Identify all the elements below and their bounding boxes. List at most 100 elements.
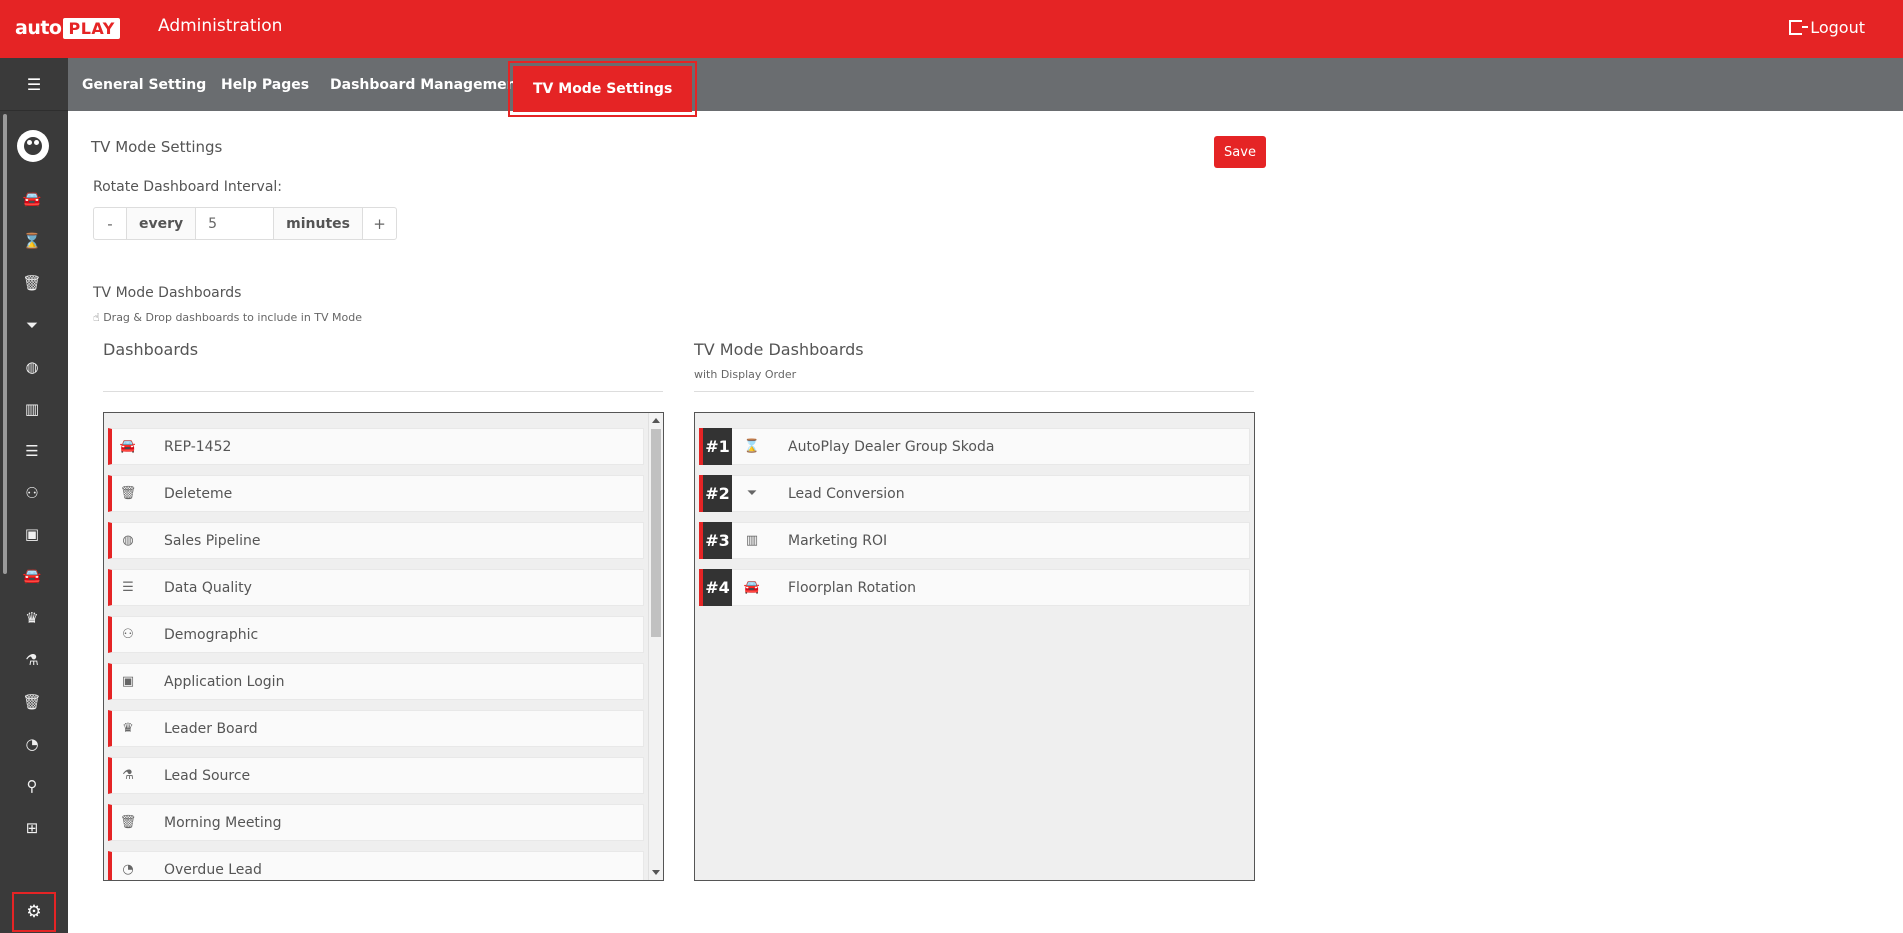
funnel-icon[interactable]: ⏷ xyxy=(22,315,42,335)
car-icon[interactable]: 🚘 xyxy=(22,566,42,586)
hourglass-icon[interactable]: ⌛ xyxy=(22,231,42,251)
tv-dashboard-item-label: Lead Conversion xyxy=(788,485,905,502)
dashboard-item[interactable]: ⚗ Lead Source xyxy=(108,757,644,794)
dashboard-item-label: Application Login xyxy=(164,673,285,690)
save-button[interactable]: Save xyxy=(1214,136,1266,168)
section-hint-text: Drag & Drop dashboards to include in TV … xyxy=(103,311,362,324)
car-icon[interactable]: 🚘 xyxy=(22,189,42,209)
order-badge: #1 xyxy=(699,428,732,465)
dashboard-item[interactable]: ⚇ Demographic xyxy=(108,616,644,653)
trophy-icon: ♛ xyxy=(122,721,134,736)
order-badge: #2 xyxy=(699,475,732,512)
tab-tv-mode-settings[interactable]: TV Mode Settings xyxy=(507,61,698,117)
tv-dashboard-item[interactable]: #2 ⏷ Lead Conversion xyxy=(699,475,1250,512)
sidebar: ☰ 🚘 ⌛ 🗑 ⏷ ◍ ▥ ☰ ⚇ ▣ 🚘 ♛ ⚗ 🗑 ◔ ⚲ ⊞ ⚙ xyxy=(0,58,68,933)
sidebar-scrollbar[interactable] xyxy=(3,114,7,574)
dashboard-item-label: Data Quality xyxy=(164,579,252,596)
donut-icon: ◍ xyxy=(122,533,134,548)
dashboard-item-label: Overdue Lead xyxy=(164,861,262,878)
dashboard-item[interactable]: ♛ Leader Board xyxy=(108,710,644,747)
tv-dashboard-item[interactable]: #1 ⌛ AutoPlay Dealer Group Skoda xyxy=(699,428,1250,465)
logout-label: Logout xyxy=(1810,18,1865,37)
users-icon[interactable]: ⚇ xyxy=(22,483,42,503)
gift-icon[interactable]: ⊞ xyxy=(22,818,42,838)
list-icon[interactable]: ☰ xyxy=(22,441,42,461)
dashboard-item[interactable]: ☰ Data Quality xyxy=(108,569,644,606)
donut-icon[interactable]: ◍ xyxy=(22,357,42,377)
app-title: Administration xyxy=(158,16,283,36)
interval-stepper: - every minutes + xyxy=(93,207,397,240)
funnel-icon: ⏷ xyxy=(746,486,758,501)
autoplay-logo[interactable]: auto PLAY xyxy=(15,16,120,40)
tv-dashboard-item-label: Marketing ROI xyxy=(788,532,888,549)
drag-hand-icon: ☝ xyxy=(93,311,100,324)
dashboard-item-label: Lead Source xyxy=(164,767,251,784)
trash-icon: 🗑 xyxy=(119,486,137,501)
clock-icon[interactable]: ◔ xyxy=(22,734,42,754)
tv-dashboard-item-label: Floorplan Rotation xyxy=(788,579,917,596)
dashboard-item[interactable]: 🗑 Deleteme xyxy=(108,475,644,512)
search-icon[interactable]: ⚲ xyxy=(22,776,42,796)
dashboard-item[interactable]: ▣ Application Login xyxy=(108,663,644,700)
interval-input[interactable] xyxy=(196,208,275,239)
order-badge: #3 xyxy=(699,522,732,559)
car-icon: 🚘 xyxy=(743,580,761,595)
logout-icon xyxy=(1789,20,1809,35)
list-scrollbar[interactable] xyxy=(648,413,663,880)
hamburger-menu-icon[interactable]: ☰ xyxy=(0,58,68,111)
window-icon: ▣ xyxy=(121,674,135,689)
scroll-down-icon[interactable] xyxy=(652,870,660,875)
dashboard-item-label: Leader Board xyxy=(164,720,258,737)
tab-general-setting[interactable]: General Setting xyxy=(82,58,206,111)
dashboard-item[interactable]: ◔ Overdue Lead xyxy=(108,851,644,880)
section-hint: ☝ Drag & Drop dashboards to include in T… xyxy=(93,311,362,324)
dashboard-item-label: REP-1452 xyxy=(164,438,232,455)
users-icon: ⚇ xyxy=(122,627,134,642)
dashboard-item-label: Deleteme xyxy=(164,485,233,502)
tv-dashboards-title: TV Mode Dashboards xyxy=(694,340,864,359)
tv-dashboard-item[interactable]: #3 ▥ Marketing ROI xyxy=(699,522,1250,559)
dashboard-item-label: Demographic xyxy=(164,626,259,643)
network-icon[interactable]: ⚗ xyxy=(22,650,42,670)
divider xyxy=(694,391,1254,392)
dashboard-item-label: Morning Meeting xyxy=(164,814,282,831)
clock-icon: ◔ xyxy=(122,862,134,877)
avatar[interactable] xyxy=(17,130,49,162)
increment-button[interactable]: + xyxy=(363,208,396,239)
bar-chart-icon: ▥ xyxy=(745,533,759,548)
dashboard-item-label: Sales Pipeline xyxy=(164,532,261,549)
tab-help-pages[interactable]: Help Pages xyxy=(221,58,309,111)
dashboards-list[interactable]: 🚘 REP-1452 🗑 Deleteme ◍ Sales Pipeline ☰ Data Q… xyxy=(103,412,664,881)
logo-text-auto: auto xyxy=(15,17,62,39)
stepper-prefix: every xyxy=(127,208,197,239)
logout-button[interactable]: Logout xyxy=(1789,18,1865,37)
window-icon[interactable]: ▣ xyxy=(22,524,42,544)
scroll-up-icon[interactable] xyxy=(652,418,660,423)
trash-icon[interactable]: 🗑 xyxy=(22,692,42,712)
tabs-bar: General Setting Help Pages Dashboard Man… xyxy=(68,58,1903,117)
decrement-button[interactable]: - xyxy=(94,208,127,239)
trash-icon[interactable]: 🗑 xyxy=(22,273,42,293)
dashboards-title: Dashboards xyxy=(103,340,199,359)
bar-chart-icon[interactable]: ▥ xyxy=(22,399,42,419)
scroll-thumb[interactable] xyxy=(651,429,661,637)
top-bar: auto PLAY Administration Logout xyxy=(0,0,1903,58)
dashboard-item[interactable]: 🚘 REP-1452 xyxy=(108,428,644,465)
tab-dashboard-management[interactable]: Dashboard Management xyxy=(330,58,523,111)
page-title: TV Mode Settings xyxy=(91,138,223,156)
divider xyxy=(103,391,663,392)
network-icon: ⚗ xyxy=(122,768,134,783)
logo-text-play: PLAY xyxy=(63,17,120,39)
tv-dashboard-item-label: AutoPlay Dealer Group Skoda xyxy=(788,438,995,455)
tv-dashboards-subtitle: with Display Order xyxy=(694,368,797,381)
trophy-icon[interactable]: ♛ xyxy=(22,608,42,628)
tv-dashboard-item[interactable]: #4 🚘 Floorplan Rotation xyxy=(699,569,1250,606)
dashboard-item[interactable]: ◍ Sales Pipeline xyxy=(108,522,644,559)
dashboard-item[interactable]: 🗑 Morning Meeting xyxy=(108,804,644,841)
trash-icon: 🗑 xyxy=(119,815,137,830)
interval-label: Rotate Dashboard Interval: xyxy=(93,179,283,195)
gears-icon[interactable]: ⚙ xyxy=(12,892,56,932)
tv-dashboards-list[interactable]: #1 ⌛ AutoPlay Dealer Group Skoda #2 ⏷ Lead Co… xyxy=(694,412,1255,881)
list-icon: ☰ xyxy=(122,580,134,595)
section-title: TV Mode Dashboards xyxy=(93,285,242,301)
